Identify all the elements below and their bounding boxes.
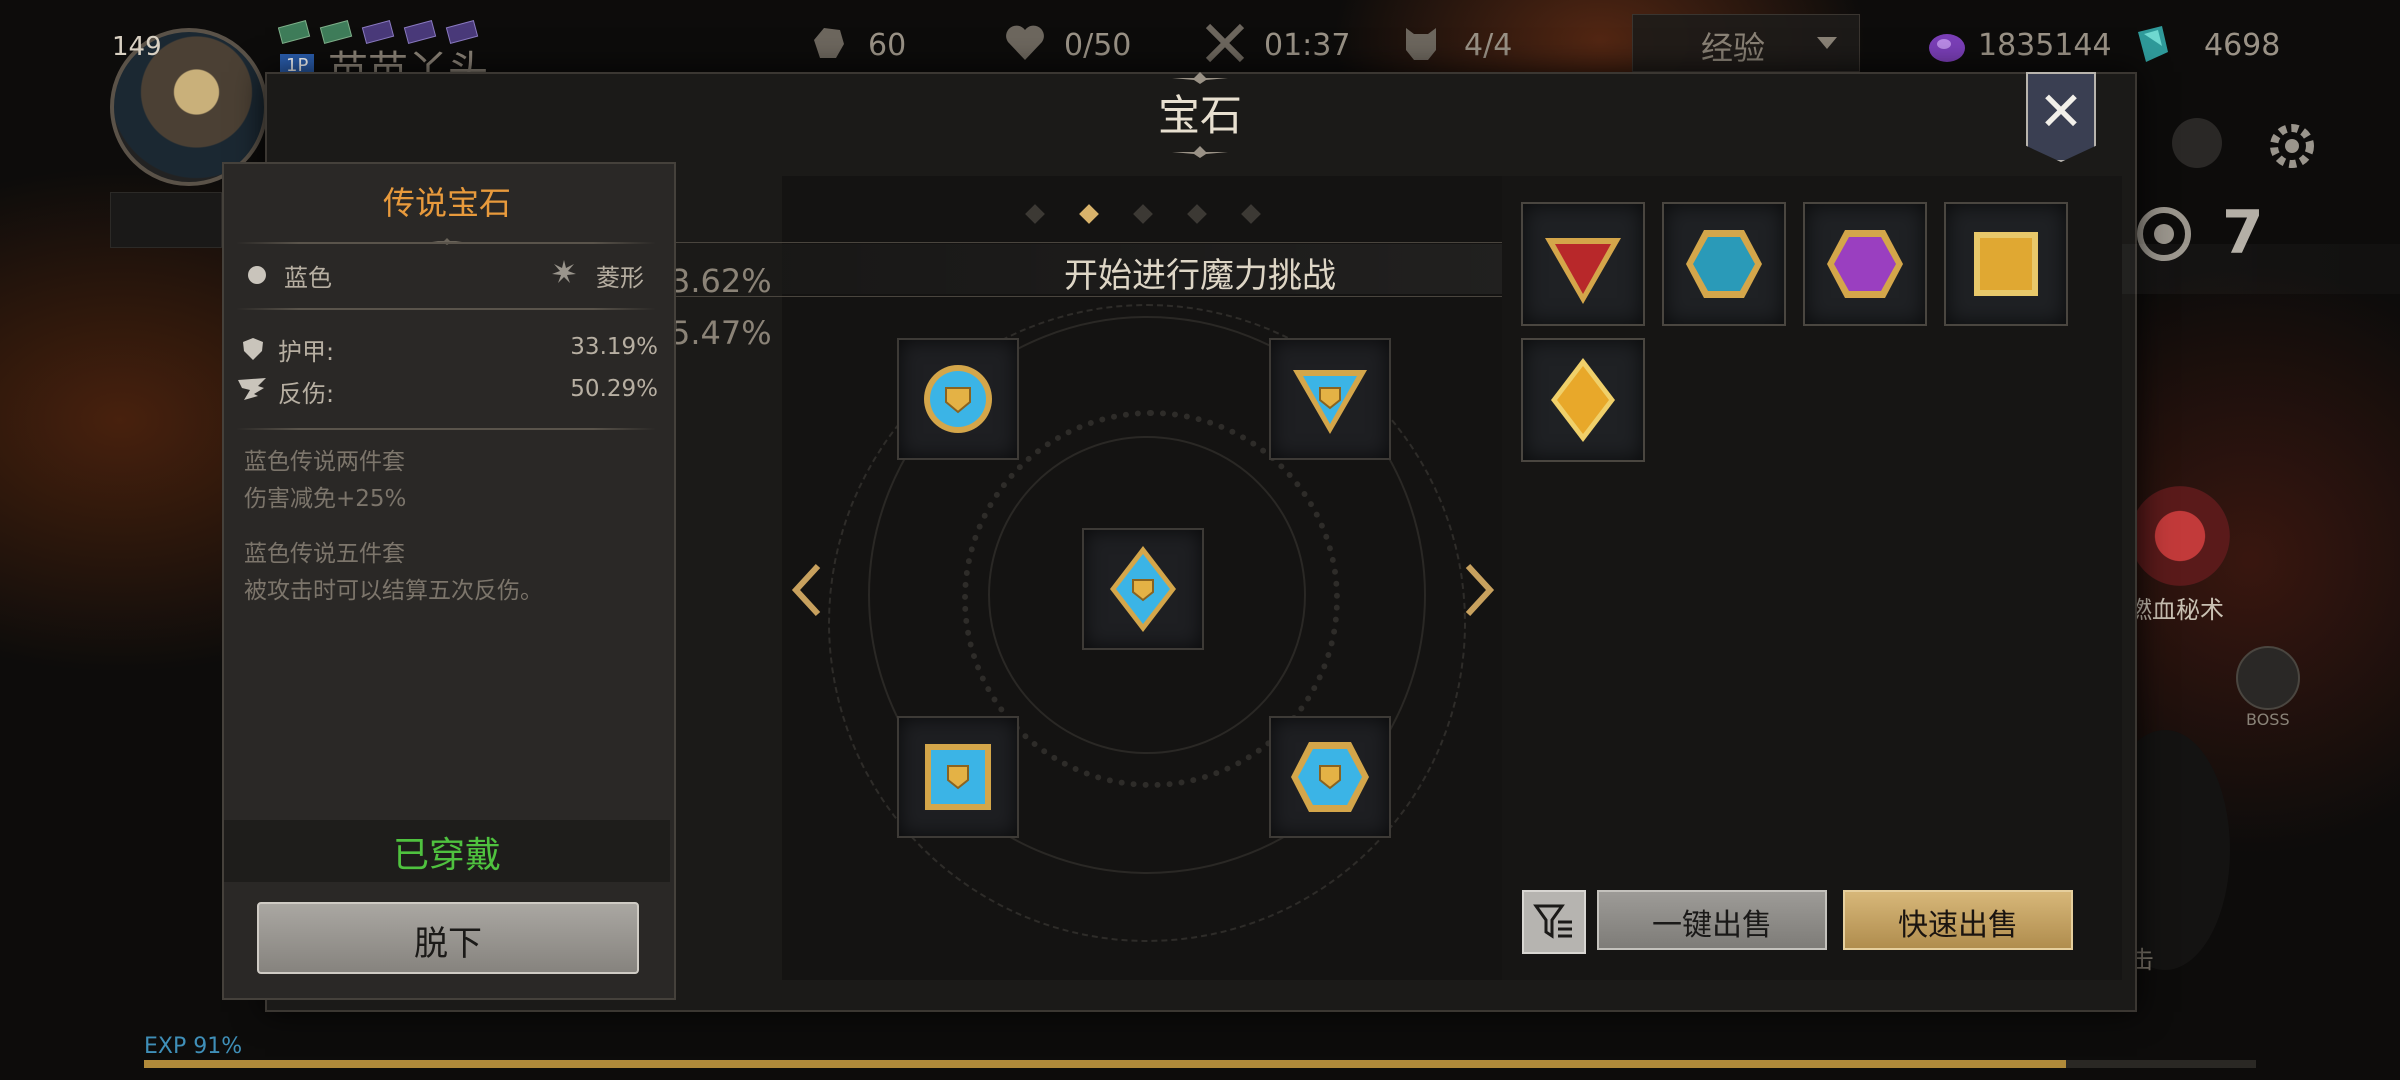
background-stat-1: 3.62% (670, 262, 772, 300)
socket-slot-bottom-left[interactable] (897, 716, 1019, 838)
timer-value: 01:37 (1264, 28, 1351, 63)
challenge-label: 开始进行魔力挑战 (1064, 256, 1336, 296)
attr-reflect-name: 反伤: (278, 380, 335, 408)
detail-title: 传说宝石 (382, 184, 511, 222)
title-ornament (432, 238, 462, 245)
chevron-down-icon (1817, 37, 1837, 49)
quick-sell-label: 快速出售 (1898, 908, 2018, 943)
gold-square-gem-icon (1974, 232, 2038, 296)
gear-icon[interactable] (2266, 120, 2318, 172)
prev-page-arrow-icon[interactable] (788, 560, 828, 620)
blue-diamond-gem-icon (1110, 546, 1176, 632)
purple-currency-value: 1835144 (1978, 28, 2112, 63)
sell-all-label: 一键出售 (1652, 908, 1772, 943)
quick-sell-button[interactable]: 快速出售 (1843, 890, 2073, 950)
crossed-swords-icon (1205, 23, 1245, 63)
socket-slot-center[interactable] (1082, 528, 1204, 650)
set-bonus-2-title: 蓝色传说五件套 (244, 541, 405, 567)
mail-button[interactable] (2172, 118, 2222, 168)
color-dot-icon (248, 266, 266, 284)
teal-crystal-currency-icon (2138, 26, 2168, 62)
inventory-slot-5[interactable] (1521, 338, 1645, 462)
set-bonus-1: 蓝色传说两件套 伤害减免+25% (244, 444, 406, 518)
teal-currency-value: 4698 (2204, 28, 2281, 63)
socket-slot-top-left[interactable] (897, 338, 1019, 460)
attr-reflect-value: 50.29% (570, 376, 658, 402)
set-bonus-2-desc: 被攻击时可以结算五次反伤。 (244, 578, 543, 604)
blue-hexagon-gem-icon (1291, 742, 1369, 812)
dialog-title: 宝石 (1157, 91, 1242, 140)
heart-icon (1006, 25, 1044, 60)
unequip-label: 脱下 (414, 924, 482, 964)
set-bonus-1-title: 蓝色传说两件套 (244, 449, 405, 475)
set-bonus-1-desc: 伤害减免+25% (244, 486, 407, 512)
hearts-value: 0/50 (1064, 28, 1132, 63)
shield-icon (243, 338, 263, 360)
purple-hexagon-gem-icon (1827, 230, 1903, 298)
attr-armor-value: 33.19% (570, 334, 658, 360)
stamina-value: 60 (868, 28, 907, 63)
exp-dropdown[interactable]: 经验 (1632, 14, 1860, 72)
blue-triangle-gem-icon (1293, 370, 1367, 434)
teal-hexagon-gem-icon (1686, 230, 1762, 298)
socket-slot-top-right[interactable] (1269, 338, 1391, 460)
detail-divider-3 (236, 428, 656, 430)
gem-shape-label: 菱形 (596, 264, 644, 292)
boss-button-label: BOSS (2246, 710, 2290, 729)
set-bonus-2: 蓝色传说五件套 被攻击时可以结算五次反伤。 (244, 536, 543, 610)
blood-skill-label: 燃血秘术 (2128, 596, 2224, 624)
filter-button[interactable] (1522, 890, 1586, 954)
socket-slot-bottom-right[interactable] (1269, 716, 1391, 838)
blue-circle-gem-icon (924, 365, 992, 433)
purple-gem-currency-icon (1929, 34, 1965, 62)
exp-dropdown-label: 经验 (1701, 29, 1766, 67)
exp-bar (144, 1060, 2256, 1068)
background-stat-2: 5.47% (670, 314, 772, 352)
title-ornament-bottom (1172, 146, 1228, 158)
detail-divider-2 (236, 308, 656, 310)
stat-divider-top (670, 242, 1510, 243)
filter-icon (1533, 904, 1572, 939)
gold-diamond-gem-icon (1551, 358, 1615, 442)
blue-square-gem-icon (925, 744, 991, 810)
inventory-slot-4[interactable] (1944, 202, 2068, 326)
gem-color-label: 蓝色 (284, 264, 332, 292)
player-level: 149 (112, 32, 162, 62)
equipped-status: 已穿戴 (392, 835, 501, 876)
boss-count-value: 4/4 (1464, 28, 1513, 63)
close-button[interactable]: ✕ (2026, 72, 2096, 162)
blood-skill-icon[interactable] (2130, 486, 2230, 586)
player-slot[interactable] (110, 192, 222, 248)
sell-all-button[interactable]: 一键出售 (1597, 890, 1827, 950)
detail-divider-1 (236, 242, 656, 244)
reflect-wing-icon (238, 378, 266, 400)
attr-armor-name: 护甲: (278, 338, 335, 366)
inventory-slot-1[interactable] (1521, 202, 1645, 326)
stamina-fist-icon (814, 28, 844, 58)
next-page-arrow-icon[interactable] (1458, 560, 1498, 620)
close-icon: ✕ (2038, 80, 2084, 143)
boss-button[interactable] (2236, 646, 2300, 710)
inventory-slot-3[interactable] (1803, 202, 1927, 326)
red-triangle-gem-icon (1545, 238, 1621, 304)
unequip-button[interactable]: 脱下 (257, 902, 639, 974)
exp-label: EXP 91% (144, 1034, 243, 1059)
buff-icons (278, 20, 479, 44)
rhombus-burst-icon (552, 260, 576, 283)
inventory-slot-2[interactable] (1662, 202, 1786, 326)
exp-bar-fill (144, 1060, 2066, 1068)
boss-skull-icon (1406, 28, 1436, 60)
